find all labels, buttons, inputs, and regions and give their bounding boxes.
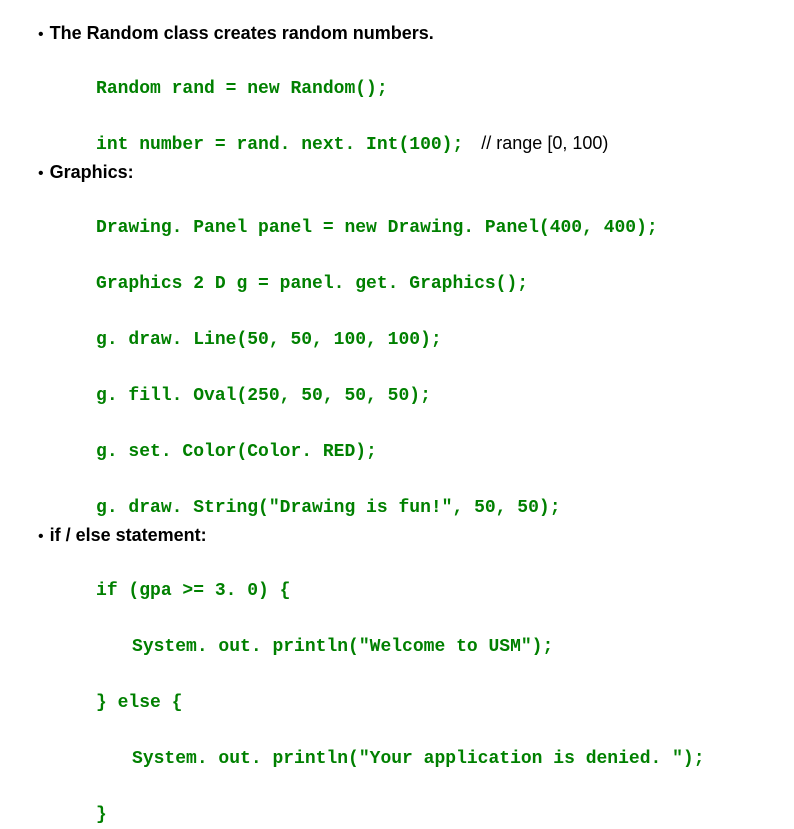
code-text: g. draw. String("Drawing is fun!", 50, 5… [96,498,560,518]
code-text: Random rand = new Random(); [96,79,388,99]
code-text: Drawing. Panel panel = new Drawing. Pane… [96,218,658,238]
code-gfx-4: g. fill. Oval(250, 50, 50, 50); [86,354,764,410]
bullet-ifelse: • if / else statement: [38,522,764,549]
code-text: System. out. println("Your application i… [132,749,705,769]
code-if-3: } else { [86,661,764,717]
code-random-1: Random rand = new Random(); [86,47,764,103]
code-if-5: } [86,773,764,829]
code-gfx-6: g. draw. String("Drawing is fun!", 50, 5… [86,466,764,522]
code-comment: // range [0, 100) [481,133,608,153]
code-text: g. draw. Line(50, 50, 100, 100); [96,330,442,350]
bullet-dot-icon: • [38,23,44,47]
code-text: Graphics 2 D g = panel. get. Graphics(); [96,274,528,294]
bullet-dot-icon: • [38,162,44,186]
bullet-ifelse-text: if / else statement: [50,522,207,549]
code-gfx-3: g. draw. Line(50, 50, 100, 100); [86,298,764,354]
code-text: int number = rand. next. Int(100); [96,135,463,155]
code-text: } [96,805,107,825]
code-if-4: System. out. println("Your application i… [122,717,764,773]
code-text: g. set. Color(Color. RED); [96,442,377,462]
bullet-graphics-text: Graphics: [50,159,134,186]
code-text: g. fill. Oval(250, 50, 50, 50); [96,386,431,406]
code-text: } else { [96,693,182,713]
code-if-1: if (gpa >= 3. 0) { [86,549,764,605]
code-random-2: int number = rand. next. Int(100); // ran… [86,103,764,159]
bullet-graphics: • Graphics: [38,159,764,186]
bullet-dot-icon: • [38,525,44,549]
code-gfx-2: Graphics 2 D g = panel. get. Graphics(); [86,242,764,298]
code-text: System. out. println("Welcome to USM"); [132,637,553,657]
bullet-random: • The Random class creates random number… [38,20,764,47]
bullet-random-text: The Random class creates random numbers. [50,20,434,47]
code-gfx-5: g. set. Color(Color. RED); [86,410,764,466]
code-gfx-1: Drawing. Panel panel = new Drawing. Pane… [86,186,764,242]
code-text: if (gpa >= 3. 0) { [96,581,290,601]
code-if-2: System. out. println("Welcome to USM"); [122,605,764,661]
